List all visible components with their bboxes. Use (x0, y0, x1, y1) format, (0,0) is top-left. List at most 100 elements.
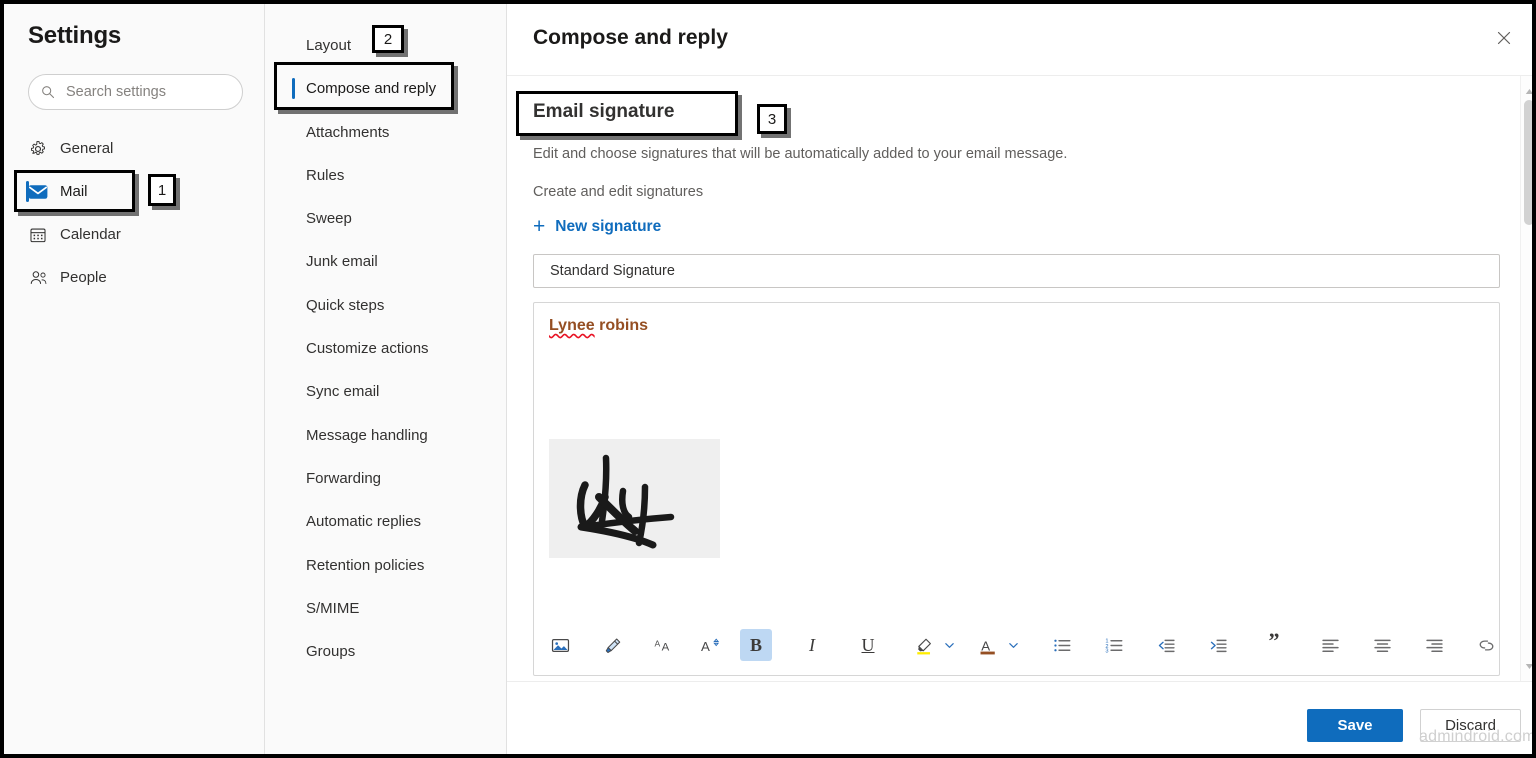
nav-item-label: Junk email (306, 252, 378, 270)
bold-label: B (749, 634, 762, 655)
plus-icon: + (533, 215, 546, 238)
sidebar-item-people[interactable]: People (14, 261, 244, 294)
section-subheading: Create and edit signatures (533, 184, 704, 200)
nav-item-layout[interactable]: Layout (279, 29, 495, 61)
nav-item-label: Customize actions (306, 339, 429, 357)
nav-item-label: Attachments (306, 123, 390, 141)
sidebar-item-calendar[interactable]: Calendar (14, 218, 244, 251)
envelope-icon (28, 182, 48, 202)
misspelled-word: Lynee (549, 317, 595, 334)
outlook-settings-window: Settings General (0, 0, 1536, 758)
people-icon (28, 268, 48, 288)
settings-content: Email signature Edit and choose signatur… (507, 76, 1532, 715)
quote-icon[interactable]: ” (1258, 629, 1290, 661)
decrease-indent-icon[interactable] (1150, 629, 1182, 661)
panel-title: Compose and reply (533, 26, 728, 49)
svg-text:A: A (661, 641, 669, 653)
sidebar-item-label: Mail (60, 183, 88, 200)
align-right-icon[interactable] (1418, 629, 1450, 661)
nav-item-label: Layout (306, 36, 352, 54)
save-button[interactable]: Save (1307, 709, 1403, 742)
insert-picture-icon[interactable] (544, 629, 576, 661)
underline-icon[interactable]: U (852, 629, 884, 661)
scroll-up-arrow-icon[interactable] (1525, 82, 1532, 100)
section-title: Email signature (533, 101, 675, 122)
align-center-icon[interactable] (1366, 629, 1398, 661)
nav-item-smime[interactable]: S/MIME (279, 592, 495, 624)
nav-item-label: Message handling (306, 426, 428, 444)
page-title: Settings (28, 22, 122, 49)
signature-name-field[interactable] (533, 254, 1500, 288)
highlight-chevron-down-icon[interactable] (940, 630, 958, 660)
section-description: Edit and choose signatures that will be … (533, 146, 1068, 162)
nav-item-label: Retention policies (306, 556, 425, 574)
person-name-rest: robins (594, 317, 648, 334)
sidebar-item-label: Calendar (60, 226, 121, 243)
nav-item-groups[interactable]: Groups (279, 635, 495, 667)
nav-item-attachments[interactable]: Attachments (279, 116, 495, 148)
signature-name-input[interactable] (548, 262, 1485, 280)
align-left-icon[interactable] (1314, 629, 1346, 661)
discard-button[interactable]: Discard (1420, 709, 1521, 742)
main-panel: Compose and reply Email signature Edit a… (507, 4, 1532, 754)
nav-item-junk-email[interactable]: Junk email (279, 245, 495, 277)
scroll-down-arrow-icon[interactable] (1525, 657, 1532, 675)
nav-item-message-handling[interactable]: Message handling (279, 419, 495, 451)
selection-accent-bar (292, 78, 295, 99)
nav-item-quick-steps[interactable]: Quick steps (279, 289, 495, 321)
font-size-icon[interactable]: A A (648, 629, 680, 661)
highlight-icon[interactable] (908, 629, 940, 661)
nav-item-compose-and-reply[interactable]: Compose and reply (279, 72, 495, 104)
search-settings-box[interactable] (28, 74, 243, 110)
italic-icon[interactable]: I (796, 629, 828, 661)
nav-item-sweep[interactable]: Sweep (279, 202, 495, 234)
nav-item-retention-policies[interactable]: Retention policies (279, 549, 495, 581)
close-icon[interactable] (1488, 22, 1520, 54)
new-signature-button[interactable]: + New signature (533, 216, 661, 237)
svg-text:3: 3 (1105, 648, 1108, 654)
signature-person-name: Lynee robins (549, 317, 648, 335)
nav-item-forwarding[interactable]: Forwarding (279, 462, 495, 494)
new-signature-label: New signature (555, 217, 662, 235)
nav-item-label: Automatic replies (306, 512, 422, 530)
nav-item-label: Compose and reply (306, 79, 437, 97)
nav-item-label: Forwarding (306, 469, 382, 487)
nav-item-automatic-replies[interactable]: Automatic replies (279, 505, 495, 537)
mail-settings-nav: Layout Compose and reply Attachments Rul… (265, 4, 507, 754)
gear-icon (28, 139, 48, 159)
handwritten-signature-image (549, 439, 720, 558)
font-color-chevron-down-icon[interactable] (1004, 630, 1022, 660)
italic-label: I (809, 634, 815, 655)
main-header: Compose and reply (507, 4, 1532, 76)
svg-text:A: A (654, 638, 660, 648)
format-painter-icon[interactable] (596, 629, 628, 661)
content-scrollbar[interactable] (1520, 76, 1532, 681)
underline-label: U (861, 634, 875, 655)
nav-item-label: Groups (306, 642, 356, 660)
increase-indent-icon[interactable] (1202, 629, 1234, 661)
sidebar-item-label: People (60, 269, 107, 286)
nav-item-label: Sweep (306, 209, 352, 227)
sidebar-item-mail[interactable]: Mail (14, 175, 244, 208)
selection-accent-bar (26, 181, 29, 202)
bold-icon[interactable]: B (740, 629, 772, 661)
scrollbar-thumb[interactable] (1524, 100, 1532, 225)
formatting-toolbar: A A A B I U A 1 2 3 ” (544, 625, 1532, 665)
insert-link-icon[interactable] (1470, 629, 1502, 661)
nav-item-rules[interactable]: Rules (279, 159, 495, 191)
svg-text:A: A (701, 639, 710, 654)
nav-item-customize-actions[interactable]: Customize actions (279, 332, 495, 364)
font-grow-icon[interactable]: A (694, 629, 726, 661)
sidebar-item-general[interactable]: General (14, 132, 244, 165)
signature-editor[interactable]: Lynee robins A A A B I U A 1 2 3 ” (533, 302, 1532, 676)
svg-text:A: A (981, 638, 990, 653)
nav-item-sync-email[interactable]: Sync email (279, 375, 495, 407)
search-icon (41, 85, 55, 99)
calendar-icon (28, 225, 48, 245)
font-color-icon[interactable]: A (972, 629, 1004, 661)
bulleted-list-icon[interactable] (1046, 629, 1078, 661)
numbered-list-icon[interactable]: 123 (1098, 629, 1130, 661)
dialog-footer: Save Discard admindroid.com (507, 681, 1532, 754)
sidebar-item-label: General (60, 140, 114, 157)
search-input[interactable] (64, 83, 234, 101)
